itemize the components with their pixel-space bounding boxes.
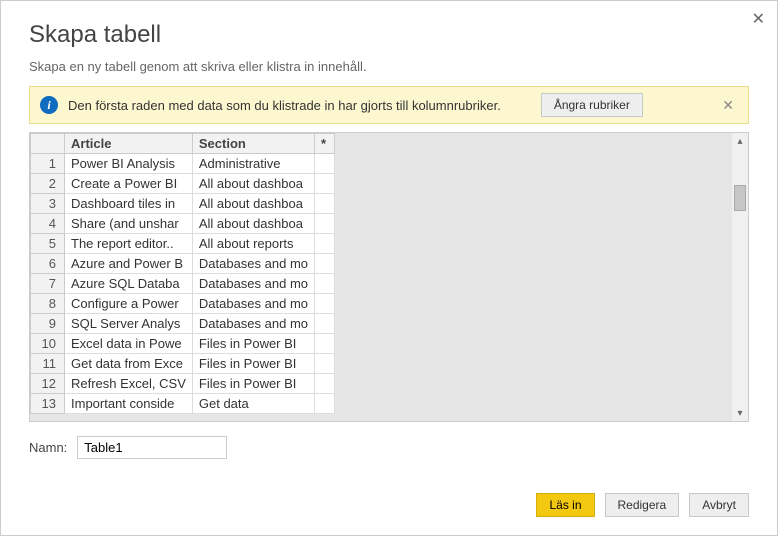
cell-extra[interactable] — [315, 234, 335, 254]
cell-extra[interactable] — [315, 354, 335, 374]
cell-extra[interactable] — [315, 174, 335, 194]
cell-section[interactable]: Get data — [192, 394, 314, 414]
table-row[interactable]: 6Azure and Power BDatabases and mo — [31, 254, 335, 274]
row-number: 6 — [31, 254, 65, 274]
cell-extra[interactable] — [315, 154, 335, 174]
cell-section[interactable]: All about dashboa — [192, 214, 314, 234]
cell-extra[interactable] — [315, 314, 335, 334]
row-number: 12 — [31, 374, 65, 394]
dialog-title: Skapa tabell — [29, 21, 749, 49]
edit-button[interactable]: Redigera — [605, 493, 680, 517]
row-number: 11 — [31, 354, 65, 374]
cell-section[interactable]: Files in Power BI — [192, 334, 314, 354]
cell-section[interactable]: Databases and mo — [192, 274, 314, 294]
cell-extra[interactable] — [315, 254, 335, 274]
scroll-down-icon[interactable]: ▾ — [732, 405, 748, 421]
table-row[interactable]: 9SQL Server AnalysDatabases and mo — [31, 314, 335, 334]
col-header-extra[interactable]: * — [315, 134, 335, 154]
cancel-button[interactable]: Avbryt — [689, 493, 749, 517]
cell-article[interactable]: Power BI Analysis — [65, 154, 193, 174]
dialog-subtitle: Skapa en ny tabell genom att skriva elle… — [29, 59, 749, 74]
col-header-article[interactable]: Article — [65, 134, 193, 154]
row-number: 9 — [31, 314, 65, 334]
cell-extra[interactable] — [315, 274, 335, 294]
scroll-thumb[interactable] — [734, 185, 746, 211]
undo-headers-button[interactable]: Ångra rubriker — [541, 93, 643, 117]
cell-article[interactable]: Get data from Exce — [65, 354, 193, 374]
cell-article[interactable]: Important conside — [65, 394, 193, 414]
row-number: 2 — [31, 174, 65, 194]
cell-article[interactable]: Azure SQL Databa — [65, 274, 193, 294]
cell-article[interactable]: Dashboard tiles in — [65, 194, 193, 214]
row-number: 7 — [31, 274, 65, 294]
cell-extra[interactable] — [315, 374, 335, 394]
info-close-icon[interactable]: ✕ — [718, 97, 738, 114]
load-button[interactable]: Läs in — [536, 493, 594, 517]
row-number: 10 — [31, 334, 65, 354]
name-input[interactable] — [77, 436, 227, 459]
cell-section[interactable]: Files in Power BI — [192, 354, 314, 374]
table-row[interactable]: 2Create a Power BIAll about dashboa — [31, 174, 335, 194]
table-row[interactable]: 8Configure a PowerDatabases and mo — [31, 294, 335, 314]
row-number: 1 — [31, 154, 65, 174]
row-number: 8 — [31, 294, 65, 314]
cell-article[interactable]: Configure a Power — [65, 294, 193, 314]
name-label: Namn: — [29, 440, 67, 455]
cell-article[interactable]: The report editor.. — [65, 234, 193, 254]
cell-article[interactable]: Refresh Excel, CSV — [65, 374, 193, 394]
table-row[interactable]: 1Power BI AnalysisAdministrative — [31, 154, 335, 174]
cell-section[interactable]: All about reports — [192, 234, 314, 254]
close-icon[interactable]: ✕ — [752, 9, 765, 29]
cell-extra[interactable] — [315, 394, 335, 414]
row-number: 13 — [31, 394, 65, 414]
cell-article[interactable]: Excel data in Powe — [65, 334, 193, 354]
cell-section[interactable]: All about dashboa — [192, 174, 314, 194]
info-bar: i Den första raden med data som du klist… — [29, 86, 749, 124]
info-icon: i — [40, 96, 58, 114]
table-row[interactable]: 13Important consideGet data — [31, 394, 335, 414]
row-header-corner — [31, 134, 65, 154]
row-number: 5 — [31, 234, 65, 254]
cell-section[interactable]: Databases and mo — [192, 254, 314, 274]
cell-article[interactable]: Azure and Power B — [65, 254, 193, 274]
scroll-up-icon[interactable]: ▴ — [732, 133, 748, 149]
table-row[interactable]: 12Refresh Excel, CSVFiles in Power BI — [31, 374, 335, 394]
table-row[interactable]: 4Share (and unsharAll about dashboa — [31, 214, 335, 234]
cell-extra[interactable] — [315, 294, 335, 314]
cell-extra[interactable] — [315, 194, 335, 214]
cell-section[interactable]: Files in Power BI — [192, 374, 314, 394]
cell-section[interactable]: Databases and mo — [192, 314, 314, 334]
table-row[interactable]: 7Azure SQL DatabaDatabases and mo — [31, 274, 335, 294]
cell-section[interactable]: Administrative — [192, 154, 314, 174]
cell-section[interactable]: Databases and mo — [192, 294, 314, 314]
row-number: 3 — [31, 194, 65, 214]
vertical-scrollbar[interactable]: ▴ ▾ — [732, 133, 748, 421]
cell-extra[interactable] — [315, 214, 335, 234]
row-number: 4 — [31, 214, 65, 234]
cell-article[interactable]: SQL Server Analys — [65, 314, 193, 334]
cell-article[interactable]: Create a Power BI — [65, 174, 193, 194]
cell-extra[interactable] — [315, 334, 335, 354]
table-row[interactable]: 5The report editor..All about reports — [31, 234, 335, 254]
table-row[interactable]: 11Get data from ExceFiles in Power BI — [31, 354, 335, 374]
info-message: Den första raden med data som du klistra… — [68, 98, 501, 113]
data-grid[interactable]: Article Section * 1Power BI AnalysisAdmi… — [29, 132, 749, 422]
cell-section[interactable]: All about dashboa — [192, 194, 314, 214]
table-row[interactable]: 3Dashboard tiles inAll about dashboa — [31, 194, 335, 214]
col-header-section[interactable]: Section — [192, 134, 314, 154]
table-row[interactable]: 10Excel data in PoweFiles in Power BI — [31, 334, 335, 354]
cell-article[interactable]: Share (and unshar — [65, 214, 193, 234]
